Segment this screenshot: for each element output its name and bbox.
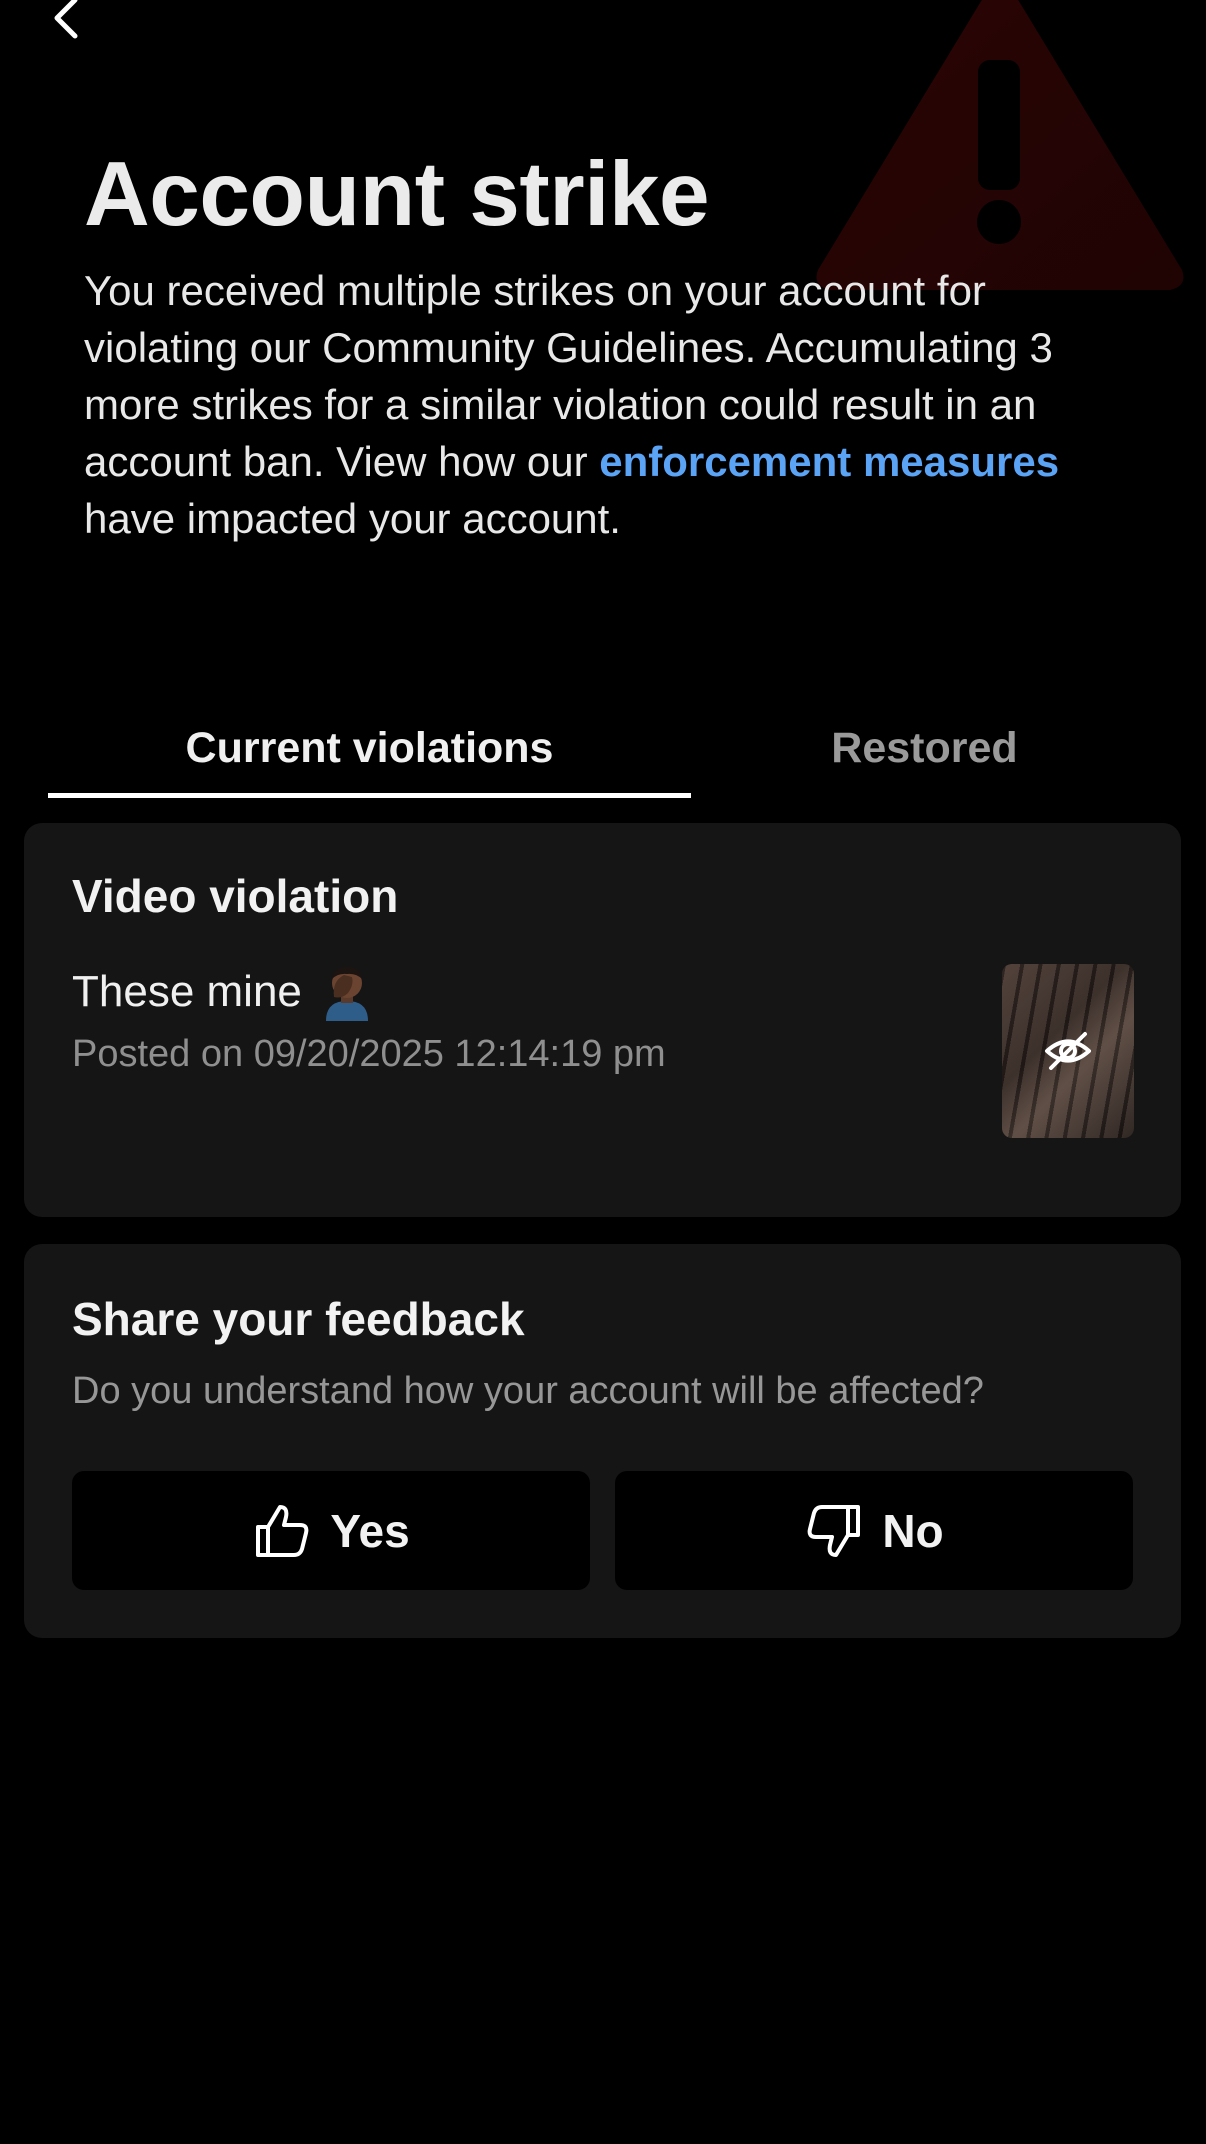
feedback-question: Do you understand how your account will … bbox=[72, 1370, 984, 1412]
violation-title: Video violation bbox=[72, 870, 399, 922]
tab-current-violations[interactable]: Current violations bbox=[48, 724, 691, 798]
tab-restored[interactable]: Restored bbox=[691, 724, 1158, 798]
video-thumbnail[interactable] bbox=[1002, 964, 1134, 1138]
feedback-title: Share your feedback bbox=[72, 1293, 525, 1345]
description-text-end: have impacted your account. bbox=[84, 495, 621, 542]
eye-slash-icon bbox=[1045, 1032, 1091, 1070]
violations-tabs: Current violations Restored bbox=[48, 724, 1158, 798]
posted-date: Posted on 09/20/2025 12:14:19 pm bbox=[72, 1033, 666, 1075]
thumbs-down-icon bbox=[807, 1504, 861, 1557]
strike-description: You received multiple strikes on your ac… bbox=[84, 262, 1144, 547]
video-caption: These mine bbox=[72, 963, 376, 1021]
yes-button[interactable]: Yes bbox=[72, 1471, 590, 1590]
feedback-card: Share your feedback Do you understand ho… bbox=[24, 1244, 1181, 1638]
back-button[interactable] bbox=[40, 0, 90, 44]
yes-label: Yes bbox=[330, 1504, 410, 1557]
enforcement-measures-link[interactable]: enforcement measures bbox=[599, 438, 1059, 485]
video-caption-text: These mine bbox=[72, 967, 302, 1016]
no-button[interactable]: No bbox=[615, 1471, 1133, 1590]
warning-triangle-icon bbox=[816, 0, 1184, 290]
thumbs-up-icon bbox=[256, 1504, 309, 1557]
chevron-left-icon bbox=[54, 0, 78, 39]
violation-card[interactable]: Video violation These mine Posted on 09/… bbox=[24, 823, 1181, 1217]
no-label: No bbox=[882, 1504, 944, 1557]
person-facepalming-emoji bbox=[325, 967, 368, 1021]
page-title: Account strike bbox=[84, 144, 710, 245]
